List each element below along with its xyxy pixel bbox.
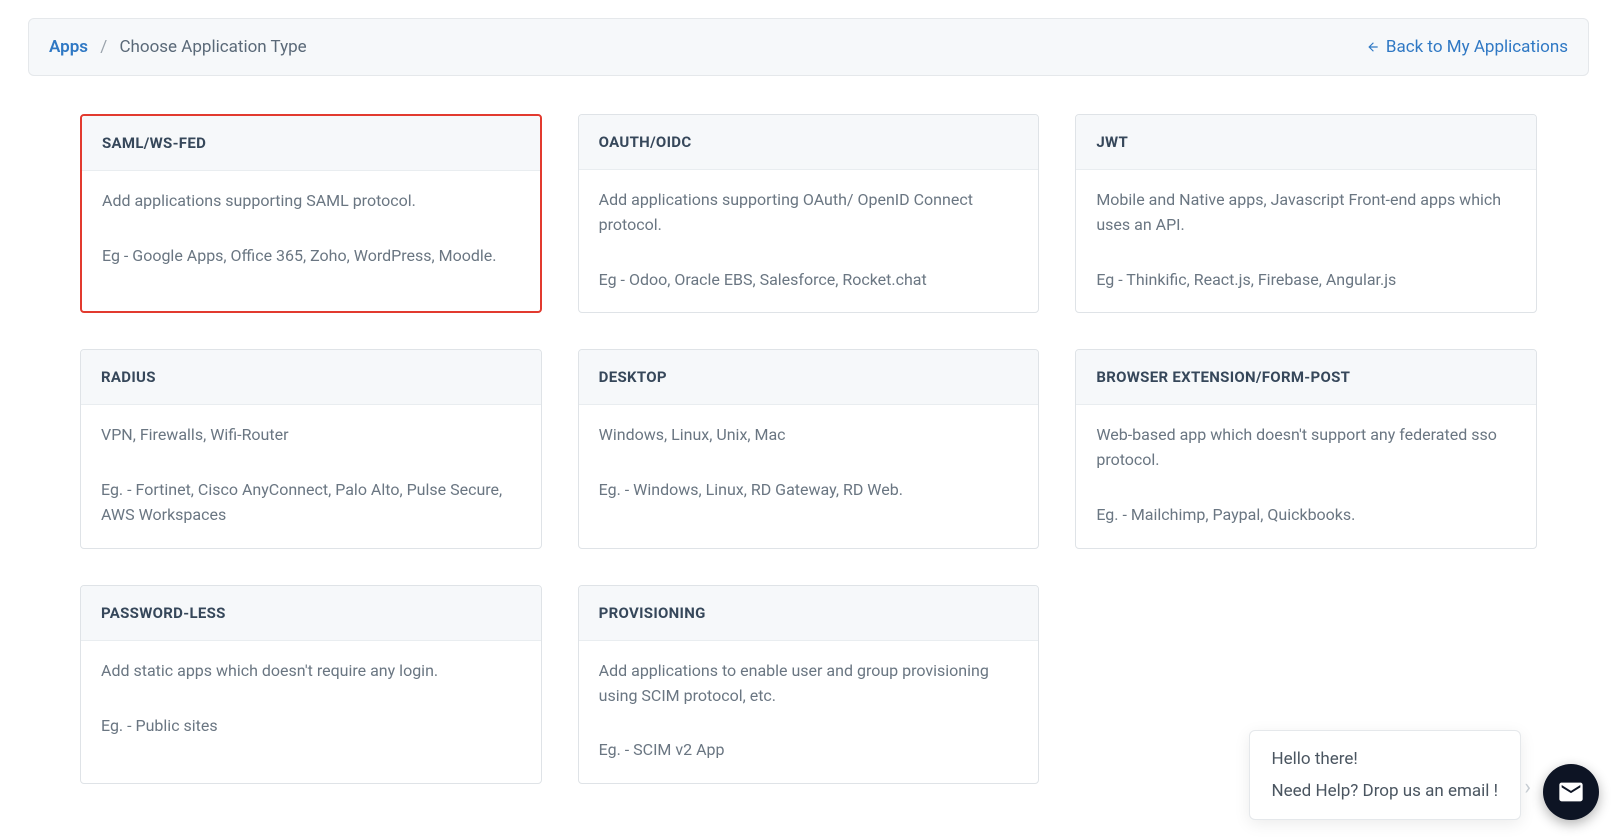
- card-body: Add static apps which doesn't require an…: [81, 641, 541, 759]
- card-example: Eg. - Fortinet, Cisco AnyConnect, Palo A…: [101, 478, 521, 528]
- card-body: Mobile and Native apps, Javascript Front…: [1076, 170, 1536, 312]
- breadcrumb-separator: /: [100, 37, 107, 57]
- card-body: Add applications supporting SAML protoco…: [82, 171, 540, 289]
- card-description: Add applications supporting SAML protoco…: [102, 189, 520, 214]
- card-title: RADIUS: [101, 368, 521, 386]
- card-example: Eg. - Mailchimp, Paypal, Quickbooks.: [1096, 503, 1516, 528]
- card-title: BROWSER EXTENSION/FORM-POST: [1096, 368, 1516, 386]
- card-title: OAUTH/OIDC: [599, 133, 1019, 151]
- card-example: Eg - Odoo, Oracle EBS, Salesforce, Rocke…: [599, 268, 1019, 293]
- card-header: JWT: [1076, 115, 1536, 170]
- card-saml-ws-fed[interactable]: SAML/WS-FED Add applications supporting …: [80, 114, 542, 313]
- card-header: PROVISIONING: [579, 586, 1039, 641]
- card-header: BROWSER EXTENSION/FORM-POST: [1076, 350, 1536, 405]
- card-example: Eg. - Public sites: [101, 714, 521, 739]
- card-title: PASSWORD-LESS: [101, 604, 521, 622]
- chat-greeting: Hello there!: [1272, 749, 1499, 769]
- card-body: Add applications to enable user and grou…: [579, 641, 1039, 783]
- mail-icon: [1557, 778, 1585, 806]
- card-description: Windows, Linux, Unix, Mac: [599, 423, 1019, 448]
- card-header: RADIUS: [81, 350, 541, 405]
- card-oauth-oidc[interactable]: OAUTH/OIDC Add applications supporting O…: [578, 114, 1040, 313]
- card-title: DESKTOP: [599, 368, 1019, 386]
- card-header: PASSWORD-LESS: [81, 586, 541, 641]
- chat-launcher-button[interactable]: [1543, 764, 1599, 820]
- card-header: OAUTH/OIDC: [579, 115, 1039, 170]
- card-example: Eg - Google Apps, Office 365, Zoho, Word…: [102, 244, 520, 269]
- card-header: DESKTOP: [579, 350, 1039, 405]
- card-example: Eg. - Windows, Linux, RD Gateway, RD Web…: [599, 478, 1019, 503]
- card-password-less[interactable]: PASSWORD-LESS Add static apps which does…: [80, 585, 542, 784]
- card-description: Web-based app which doesn't support any …: [1096, 423, 1516, 473]
- breadcrumb-current: Choose Application Type: [119, 37, 306, 57]
- card-body: VPN, Firewalls, Wifi-Router Eg. - Fortin…: [81, 405, 541, 547]
- card-desktop[interactable]: DESKTOP Windows, Linux, Unix, Mac Eg. - …: [578, 349, 1040, 548]
- card-example: Eg - Thinkific, React.js, Firebase, Angu…: [1096, 268, 1516, 293]
- app-type-grid: SAML/WS-FED Add applications supporting …: [20, 76, 1597, 804]
- card-description: VPN, Firewalls, Wifi-Router: [101, 423, 521, 448]
- card-browser-extension[interactable]: BROWSER EXTENSION/FORM-POST Web-based ap…: [1075, 349, 1537, 548]
- chat-popup[interactable]: Hello there! Need Help? Drop us an email…: [1249, 730, 1522, 820]
- card-description: Add static apps which doesn't require an…: [101, 659, 521, 684]
- arrow-left-icon: [1366, 40, 1380, 54]
- card-body: Web-based app which doesn't support any …: [1076, 405, 1536, 547]
- card-example: Eg. - SCIM v2 App: [599, 738, 1019, 763]
- back-to-applications-link[interactable]: Back to My Applications: [1366, 37, 1568, 57]
- card-title: SAML/WS-FED: [102, 134, 520, 152]
- card-jwt[interactable]: JWT Mobile and Native apps, Javascript F…: [1075, 114, 1537, 313]
- card-radius[interactable]: RADIUS VPN, Firewalls, Wifi-Router Eg. -…: [80, 349, 542, 548]
- back-link-label: Back to My Applications: [1386, 37, 1568, 57]
- card-title: PROVISIONING: [599, 604, 1019, 622]
- breadcrumb: Apps / Choose Application Type: [49, 37, 307, 57]
- card-body: Add applications supporting OAuth/ OpenI…: [579, 170, 1039, 312]
- card-body: Windows, Linux, Unix, Mac Eg. - Windows,…: [579, 405, 1039, 523]
- card-description: Add applications supporting OAuth/ OpenI…: [599, 188, 1019, 238]
- header-bar: Apps / Choose Application Type Back to M…: [28, 18, 1589, 76]
- card-provisioning[interactable]: PROVISIONING Add applications to enable …: [578, 585, 1040, 784]
- breadcrumb-root-link[interactable]: Apps: [49, 37, 88, 57]
- card-description: Add applications to enable user and grou…: [599, 659, 1019, 709]
- card-title: JWT: [1096, 133, 1516, 151]
- chat-help-prompt: Need Help? Drop us an email !: [1272, 781, 1499, 801]
- card-description: Mobile and Native apps, Javascript Front…: [1096, 188, 1516, 238]
- card-header: SAML/WS-FED: [82, 116, 540, 171]
